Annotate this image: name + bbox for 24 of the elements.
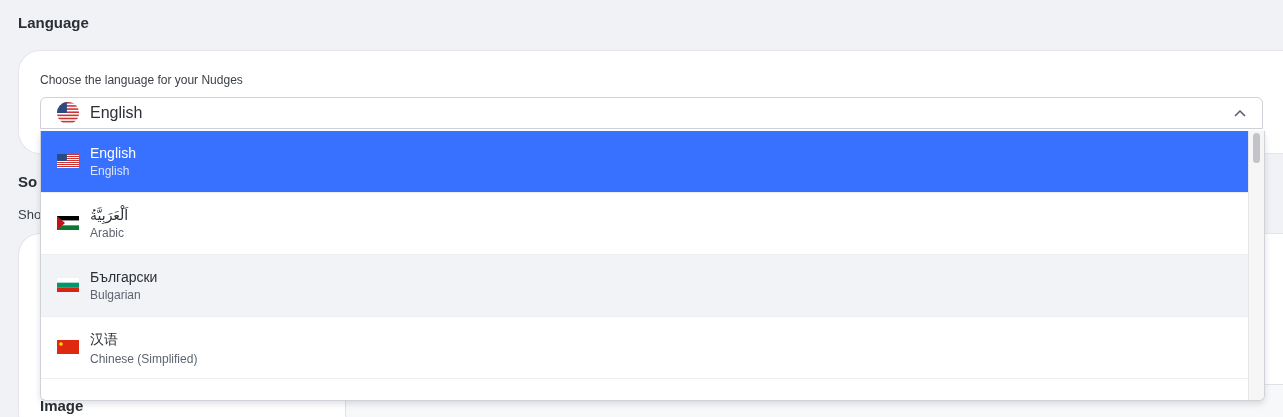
scrollbar-thumb[interactable] (1253, 133, 1260, 163)
field-label: Image (40, 397, 84, 414)
section-heading: So (18, 172, 38, 192)
language-english-name: Chinese (Simplified) (90, 352, 198, 366)
flag-icon (57, 154, 79, 168)
language-english-name: Bulgarian (90, 288, 142, 302)
flag-icon (57, 216, 79, 230)
language-name: Български (90, 269, 158, 285)
language-name: English (90, 145, 136, 161)
field-label: Choose the language for your Nudges (40, 73, 244, 89)
chevron-up-icon (1234, 109, 1246, 117)
language-name: 汉语 (90, 331, 119, 349)
language-name: اَلْعَرَبِيَّةُ (90, 207, 129, 223)
language-english-name: Arabic (90, 226, 125, 240)
language-option[interactable]: English English (41, 131, 1248, 193)
scrollbar[interactable] (1248, 131, 1264, 400)
language-english-name: English (90, 164, 131, 178)
flag-icon (57, 102, 79, 124)
flag-icon (57, 340, 79, 354)
language-option[interactable]: Български Bulgarian (41, 255, 1248, 317)
language-option[interactable]: 汉语 Chinese (Simplified) (41, 317, 1248, 379)
language-select[interactable]: English (40, 97, 1263, 129)
section-description: Sho (18, 207, 42, 223)
section-heading: Language (18, 13, 90, 33)
